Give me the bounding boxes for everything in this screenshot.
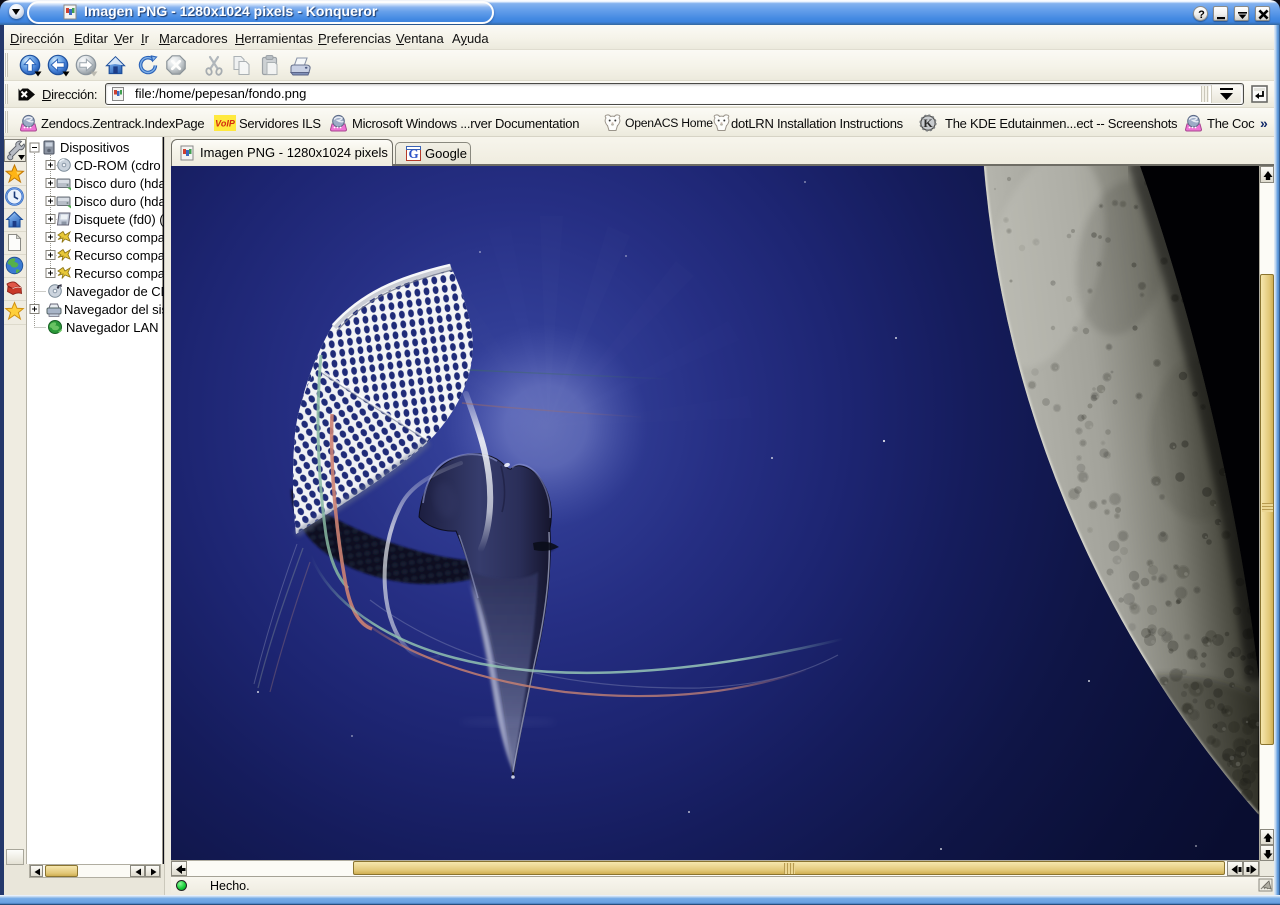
svg-text:Dispositivos: Dispositivos <box>60 140 130 155</box>
svg-text:Navegador del sis: Navegador del sis <box>64 302 163 317</box>
svg-text:Recurso compa: Recurso compa <box>74 230 163 245</box>
svg-text:Navegador LAN: Navegador LAN <box>66 320 159 335</box>
svg-text:Recurso compa: Recurso compa <box>74 248 163 263</box>
svg-text:Disquete (fd0) (: Disquete (fd0) ( <box>74 212 163 227</box>
svg-text:Navegador de CD: Navegador de CD <box>66 284 163 299</box>
svg-text:CD-ROM (cdro: CD-ROM (cdro <box>74 158 161 173</box>
svg-text:Recurso compa: Recurso compa <box>74 266 163 281</box>
svg-text:G: G <box>408 146 418 161</box>
svg-text:Disco duro (hda: Disco duro (hda <box>74 176 163 191</box>
svg-text:?: ? <box>1198 9 1205 21</box>
svg-text:Disco duro (hda: Disco duro (hda <box>74 194 163 209</box>
svg-text:VoIP: VoIP <box>215 119 236 129</box>
